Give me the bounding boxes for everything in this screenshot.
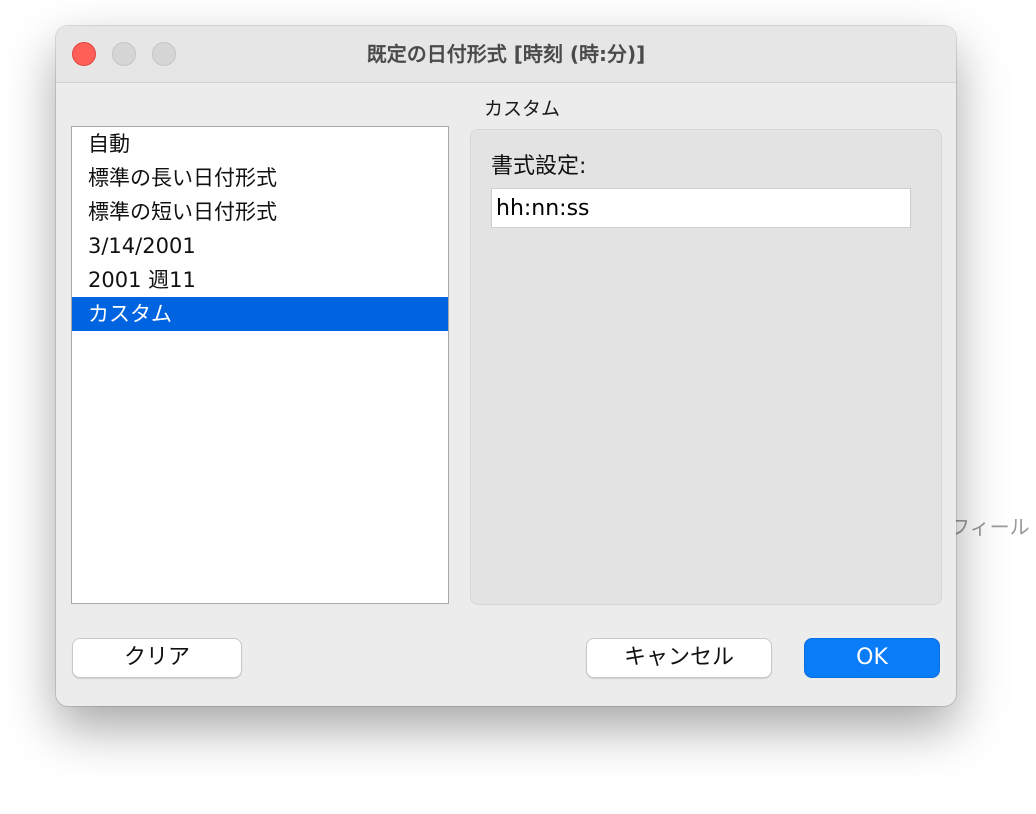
dialog-title: 既定の日付形式 [時刻 (時:分)] bbox=[366, 42, 646, 66]
clear-button[interactable]: クリア bbox=[72, 638, 242, 678]
format-list-item[interactable]: 自動 bbox=[72, 127, 448, 161]
format-list-item[interactable]: 標準の長い日付形式 bbox=[72, 161, 448, 195]
format-input[interactable] bbox=[491, 188, 911, 228]
date-format-dialog: 既定の日付形式 [時刻 (時:分)] カスタム 自動 標準の長い日付形式 標準の短い… bbox=[56, 26, 956, 706]
format-list-item[interactable]: カスタム bbox=[72, 297, 448, 331]
format-list-item[interactable]: 2001 週11 bbox=[72, 263, 448, 297]
cancel-button[interactable]: キャンセル bbox=[586, 638, 772, 678]
ok-button[interactable]: OK bbox=[804, 638, 940, 678]
format-list-item[interactable]: 3/14/2001 bbox=[72, 229, 448, 263]
format-list-item[interactable]: 標準の短い日付形式 bbox=[72, 195, 448, 229]
background-partial-label: フィール bbox=[950, 515, 1030, 539]
format-list[interactable]: 自動 標準の長い日付形式 標準の短い日付形式 3/14/2001 2001 週11 カスタ… bbox=[71, 126, 449, 604]
custom-format-panel: 書式設定: bbox=[470, 129, 942, 605]
selected-format-label: カスタム bbox=[484, 98, 561, 120]
title-bar: 既定の日付形式 [時刻 (時:分)] bbox=[56, 26, 956, 83]
format-field-label: 書式設定: bbox=[491, 154, 587, 179]
